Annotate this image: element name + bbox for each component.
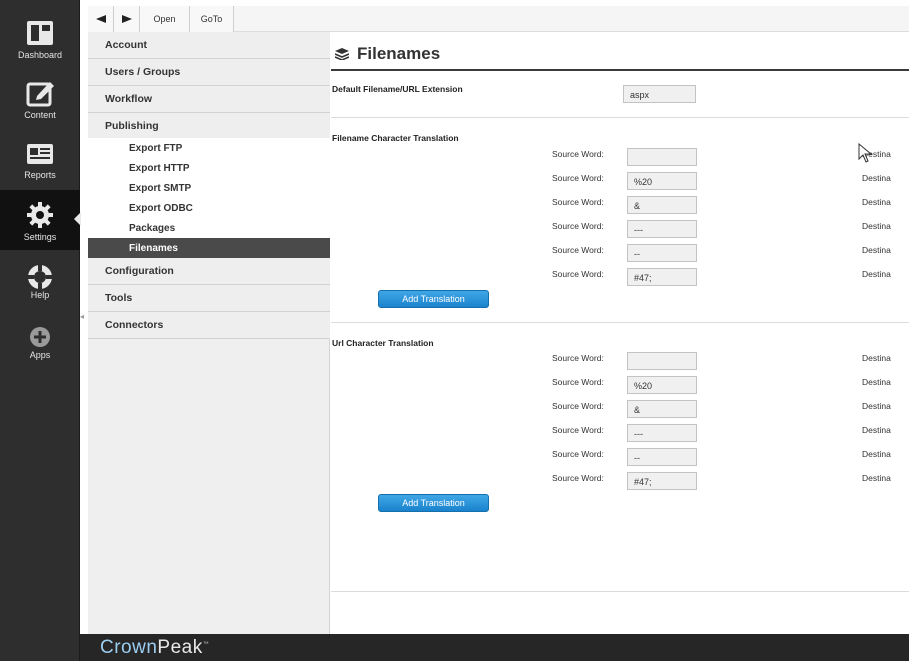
nav-packages[interactable]: Packages	[88, 218, 330, 238]
nav-publishing[interactable]: Publishing	[88, 113, 330, 140]
reports-icon	[27, 144, 53, 164]
forward-arrow-icon	[121, 15, 132, 23]
source-word-label: Source Word:	[552, 377, 604, 387]
goto-button[interactable]: GoTo	[190, 6, 234, 32]
source-word-label: Source Word:	[552, 197, 604, 207]
nav-export-ftp[interactable]: Export FTP	[88, 138, 330, 158]
nav-users-groups[interactable]: Users / Groups	[88, 59, 330, 86]
footer-bar: CrownPeak™	[80, 634, 909, 661]
page-title-text: Filenames	[357, 44, 441, 63]
source-word-label: Source Word:	[552, 353, 604, 363]
app-rail: Dashboard Content Reports Settings Help …	[0, 0, 81, 661]
nav-filenames[interactable]: Filenames	[88, 238, 330, 258]
help-lifebuoy-icon	[27, 264, 53, 290]
filename-section-title: Filename Character Translation	[332, 133, 459, 143]
nav-tools[interactable]: Tools	[88, 285, 330, 312]
section-divider	[331, 591, 909, 592]
mouse-cursor-icon	[858, 143, 873, 163]
filename-source-input[interactable]: --	[627, 244, 697, 262]
nav-workflow[interactable]: Workflow	[88, 86, 330, 113]
section-divider	[331, 117, 909, 118]
destination-label: Destina	[862, 449, 891, 459]
destination-label: Destina	[862, 221, 891, 231]
section-divider	[331, 322, 909, 323]
source-word-label: Source Word:	[552, 449, 604, 459]
add-filename-translation-button[interactable]: Add Translation	[378, 290, 489, 308]
source-word-label: Source Word:	[552, 425, 604, 435]
rail-label: Dashboard	[17, 50, 63, 60]
rail-label: Help	[30, 290, 50, 300]
source-word-label: Source Word:	[552, 473, 604, 483]
filename-source-input[interactable]: #47;	[627, 268, 697, 286]
title-divider	[331, 69, 909, 71]
main-panel: Filenames Default Filename/URL Extension…	[331, 32, 909, 634]
rail-label: Content	[24, 110, 56, 120]
filename-source-input[interactable]: %20	[627, 172, 697, 190]
source-word-label: Source Word:	[552, 173, 604, 183]
url-source-input[interactable]: %20	[627, 376, 697, 394]
url-source-input[interactable]: #47;	[627, 472, 697, 490]
edit-icon	[26, 82, 54, 107]
filename-source-input[interactable]: &	[627, 196, 697, 214]
page-title: Filenames	[335, 44, 440, 64]
destination-label: Destina	[862, 401, 891, 411]
layers-icon	[335, 48, 349, 60]
url-source-input[interactable]: --	[627, 448, 697, 466]
destination-label: Destina	[862, 269, 891, 279]
source-word-label: Source Word:	[552, 149, 604, 159]
rail-label: Settings	[23, 232, 57, 242]
url-source-input[interactable]: &	[627, 400, 697, 418]
rail-label: Reports	[24, 170, 56, 180]
add-url-translation-button[interactable]: Add Translation	[378, 494, 489, 512]
back-arrow-icon	[95, 15, 106, 23]
source-word-label: Source Word:	[552, 221, 604, 231]
url-section-title: Url Character Translation	[332, 338, 434, 348]
filename-source-input[interactable]: ---	[627, 220, 697, 238]
plus-circle-icon	[30, 327, 50, 347]
forward-button[interactable]	[114, 6, 140, 32]
gear-icon	[27, 202, 53, 228]
destination-label: Destina	[862, 245, 891, 255]
rail-help[interactable]: Help	[0, 252, 80, 312]
toolbar: Open GoTo	[88, 6, 909, 32]
rail-reports[interactable]: Reports	[0, 128, 80, 188]
source-word-label: Source Word:	[552, 245, 604, 255]
collapse-nav-icon[interactable]: ◂	[80, 312, 88, 324]
source-word-label: Source Word:	[552, 269, 604, 279]
destination-label: Destina	[862, 425, 891, 435]
destination-label: Destina	[862, 197, 891, 207]
rail-content[interactable]: Content	[0, 68, 80, 128]
default-ext-input[interactable]: aspx	[623, 85, 696, 103]
destination-label: Destina	[862, 353, 891, 363]
nav-connectors[interactable]: Connectors	[88, 312, 330, 339]
dashboard-icon	[27, 21, 53, 45]
nav-export-smtp[interactable]: Export SMTP	[88, 178, 330, 198]
open-button[interactable]: Open	[140, 6, 190, 32]
filename-source-input[interactable]	[627, 148, 697, 166]
destination-label: Destina	[862, 377, 891, 387]
url-source-input[interactable]: ---	[627, 424, 697, 442]
url-source-input[interactable]	[627, 352, 697, 370]
destination-label: Destina	[862, 173, 891, 183]
nav-export-http[interactable]: Export HTTP	[88, 158, 330, 178]
source-word-label: Source Word:	[552, 401, 604, 411]
settings-nav: Account Users / Groups Workflow Publishi…	[88, 32, 330, 634]
destination-label: Destina	[862, 473, 891, 483]
crownpeak-logo: CrownPeak™	[100, 637, 210, 658]
rail-apps[interactable]: Apps	[0, 312, 80, 372]
nav-configuration[interactable]: Configuration	[88, 258, 330, 285]
default-ext-label: Default Filename/URL Extension	[332, 84, 463, 94]
rail-settings[interactable]: Settings	[0, 190, 81, 250]
rail-dashboard[interactable]: Dashboard	[0, 8, 80, 68]
nav-export-odbc[interactable]: Export ODBC	[88, 198, 330, 218]
rail-label: Apps	[29, 350, 51, 360]
back-button[interactable]	[88, 6, 114, 32]
nav-account[interactable]: Account	[88, 32, 330, 59]
